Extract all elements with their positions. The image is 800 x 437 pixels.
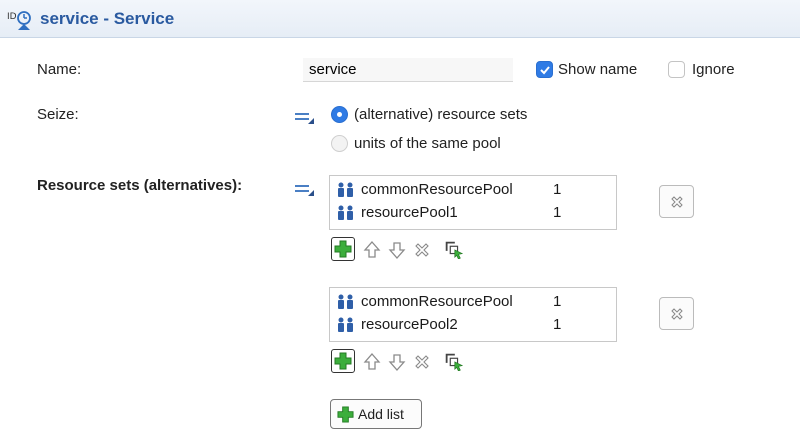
plus-icon	[334, 352, 352, 370]
ignore-label: Ignore	[692, 61, 735, 78]
select-from-diagram-icon[interactable]	[443, 239, 463, 259]
pool-name: resourcePool2	[361, 316, 458, 333]
arrow-down-icon[interactable]	[387, 240, 407, 260]
ignore-checkbox[interactable]	[668, 61, 685, 78]
pool-count: 1	[553, 316, 562, 333]
seize-radio-resource-sets[interactable]	[331, 106, 348, 123]
close-icon[interactable]	[412, 352, 432, 372]
plus-icon	[334, 240, 352, 258]
static-parameter-icon[interactable]	[294, 181, 316, 197]
resource-set-list-2[interactable]: commonResourcePool 1 resourcePool2 1	[329, 287, 617, 342]
page-title: service - Service	[40, 9, 175, 28]
list-item[interactable]: resourcePool2 1	[336, 315, 611, 335]
delete-list-button[interactable]	[659, 297, 694, 330]
add-item-button[interactable]	[331, 349, 355, 373]
add-list-button[interactable]: Add list	[330, 399, 422, 429]
seize-option-same-pool: units of the same pool	[354, 135, 501, 152]
arrow-down-icon[interactable]	[387, 352, 407, 372]
pool-name: commonResourcePool	[361, 293, 513, 310]
close-icon	[671, 196, 683, 208]
list-item[interactable]: commonResourcePool 1	[336, 292, 611, 312]
svg-text:ID: ID	[7, 12, 17, 22]
add-list-label: Add list	[358, 406, 404, 422]
seize-label: Seize:	[37, 106, 79, 123]
arrow-up-icon[interactable]	[362, 352, 382, 372]
resource-pool-icon	[338, 317, 353, 332]
show-name-label: Show name	[558, 61, 638, 78]
name-label: Name:	[37, 61, 82, 78]
show-name-checkbox[interactable]	[536, 61, 553, 78]
pool-count: 1	[553, 293, 562, 310]
add-item-button[interactable]	[331, 237, 355, 261]
seize-radio-same-pool[interactable]	[331, 135, 348, 152]
service-block-icon: ID	[7, 11, 31, 30]
seize-option-resource-sets: (alternative) resource sets	[354, 106, 528, 123]
resource-pool-icon	[338, 294, 353, 309]
name-field[interactable]	[303, 58, 513, 82]
properties-header: ID service - Service	[0, 0, 800, 38]
delete-list-button[interactable]	[659, 185, 694, 218]
close-icon[interactable]	[412, 240, 432, 260]
select-from-diagram-icon[interactable]	[443, 351, 463, 371]
close-icon	[671, 308, 683, 320]
arrow-up-icon[interactable]	[362, 240, 382, 260]
pool-count: 1	[553, 181, 562, 198]
pool-count: 1	[553, 204, 562, 221]
resource-sets-label: Resource sets (alternatives):	[37, 177, 243, 194]
checkmark-icon	[540, 66, 550, 75]
plus-icon	[337, 406, 354, 423]
static-parameter-icon[interactable]	[294, 109, 316, 125]
list-item[interactable]: resourcePool1 1	[336, 203, 611, 223]
resource-pool-icon	[338, 205, 353, 220]
resource-pool-icon	[338, 182, 353, 197]
resource-set-list-1[interactable]: commonResourcePool 1 resourcePool1 1	[329, 175, 617, 230]
list-item[interactable]: commonResourcePool 1	[336, 180, 611, 200]
pool-name: resourcePool1	[361, 204, 458, 221]
pool-name: commonResourcePool	[361, 181, 513, 198]
